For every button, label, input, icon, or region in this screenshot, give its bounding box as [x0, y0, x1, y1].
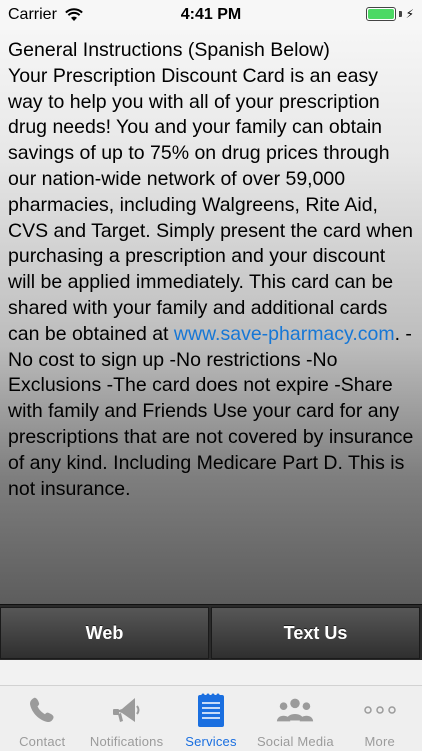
- text-us-button[interactable]: Text Us: [211, 607, 420, 659]
- tab-notifications-label: Notifications: [89, 734, 164, 749]
- tab-more[interactable]: More: [338, 686, 422, 751]
- action-bar: Web Text Us: [0, 604, 422, 660]
- status-time: 4:41 PM: [180, 6, 242, 23]
- web-button[interactable]: Web: [0, 607, 209, 659]
- instructions-text-block: General Instructions (Spanish Below) You…: [0, 30, 422, 502]
- tab-contact-label: Contact: [19, 734, 66, 749]
- tab-social-media-label: Social Media: [256, 734, 334, 749]
- instructions-paragraph: Your Prescription Discount Card is an ea…: [8, 64, 414, 503]
- megaphone-icon: [107, 692, 147, 728]
- status-bar: Carrier 4:41 PM ⚡: [0, 0, 422, 30]
- battery-icon: [365, 7, 396, 21]
- charging-bolt-icon: ⚡: [405, 7, 414, 21]
- phone-icon: [22, 692, 62, 728]
- list-document-icon: [191, 692, 231, 728]
- tab-bar: Contact Notifications Services Social Me…: [0, 685, 422, 751]
- pharmacy-website-link[interactable]: www.save-pharmacy.com: [174, 323, 395, 345]
- battery-level-fill: [367, 9, 394, 19]
- tab-services[interactable]: Services: [169, 686, 253, 751]
- tab-more-label: More: [364, 734, 395, 749]
- ellipsis-icon: [360, 692, 400, 728]
- paragraph-before-link: Your Prescription Discount Card is an ea…: [8, 64, 414, 345]
- tab-contact[interactable]: Contact: [0, 686, 84, 751]
- tab-notifications[interactable]: Notifications: [84, 686, 168, 751]
- tab-services-label: Services: [185, 734, 237, 749]
- intro-line: General Instructions (Spanish Below): [8, 39, 330, 61]
- battery-tip: [398, 11, 402, 17]
- people-icon: [275, 692, 315, 728]
- battery-indicator: ⚡: [365, 7, 414, 21]
- tab-social-media[interactable]: Social Media: [253, 686, 337, 751]
- instructions-content[interactable]: General Instructions (Spanish Below) You…: [0, 30, 422, 604]
- paragraph-after-link: . -No cost to sign up -No restrictions -…: [8, 322, 414, 500]
